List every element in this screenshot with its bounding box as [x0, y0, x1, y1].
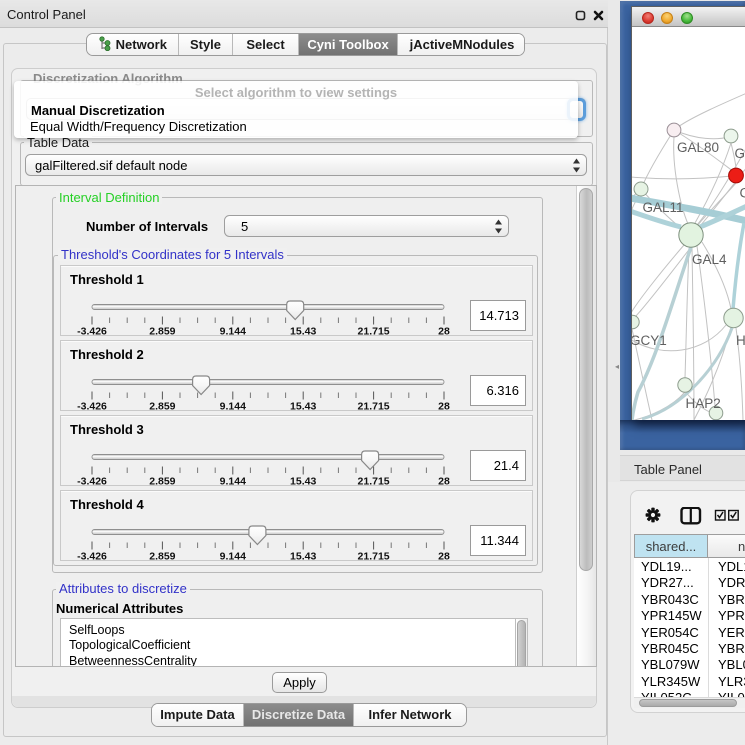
svg-text:GAL11: GAL11: [643, 200, 684, 215]
svg-text:GAL80: GAL80: [677, 140, 719, 155]
svg-text:9.144: 9.144: [220, 476, 246, 488]
svg-text:21.715: 21.715: [358, 476, 390, 488]
svg-text:GCY1: GCY1: [632, 333, 667, 348]
svg-text:21.715: 21.715: [358, 326, 390, 338]
svg-text:-3.426: -3.426: [77, 326, 107, 338]
svg-text:2.859: 2.859: [149, 326, 175, 338]
svg-text:28: 28: [438, 326, 450, 338]
svg-text:15.43: 15.43: [290, 551, 316, 563]
svg-text:15.43: 15.43: [290, 476, 316, 488]
svg-text:HAP2: HAP2: [686, 396, 721, 411]
svg-text:HI: HI: [736, 333, 745, 348]
svg-text:15.43: 15.43: [290, 326, 316, 338]
svg-text:28: 28: [438, 551, 450, 563]
svg-text:21.715: 21.715: [358, 551, 390, 563]
svg-text:9.144: 9.144: [220, 401, 246, 413]
svg-text:9.144: 9.144: [220, 326, 246, 338]
svg-text:2.859: 2.859: [149, 401, 175, 413]
svg-text:C: C: [740, 186, 745, 201]
svg-text:-3.426: -3.426: [77, 551, 107, 563]
svg-text:28: 28: [438, 401, 450, 413]
svg-text:-3.426: -3.426: [77, 401, 107, 413]
svg-text:9.144: 9.144: [220, 551, 246, 563]
svg-text:15.43: 15.43: [290, 401, 316, 413]
svg-text:2.859: 2.859: [149, 551, 175, 563]
svg-text:28: 28: [438, 476, 450, 488]
svg-text:2.859: 2.859: [149, 476, 175, 488]
svg-text:21.715: 21.715: [358, 401, 390, 413]
svg-text:GAL4: GAL4: [692, 252, 727, 267]
svg-text:GA: GA: [735, 146, 745, 161]
svg-text:-3.426: -3.426: [77, 476, 107, 488]
